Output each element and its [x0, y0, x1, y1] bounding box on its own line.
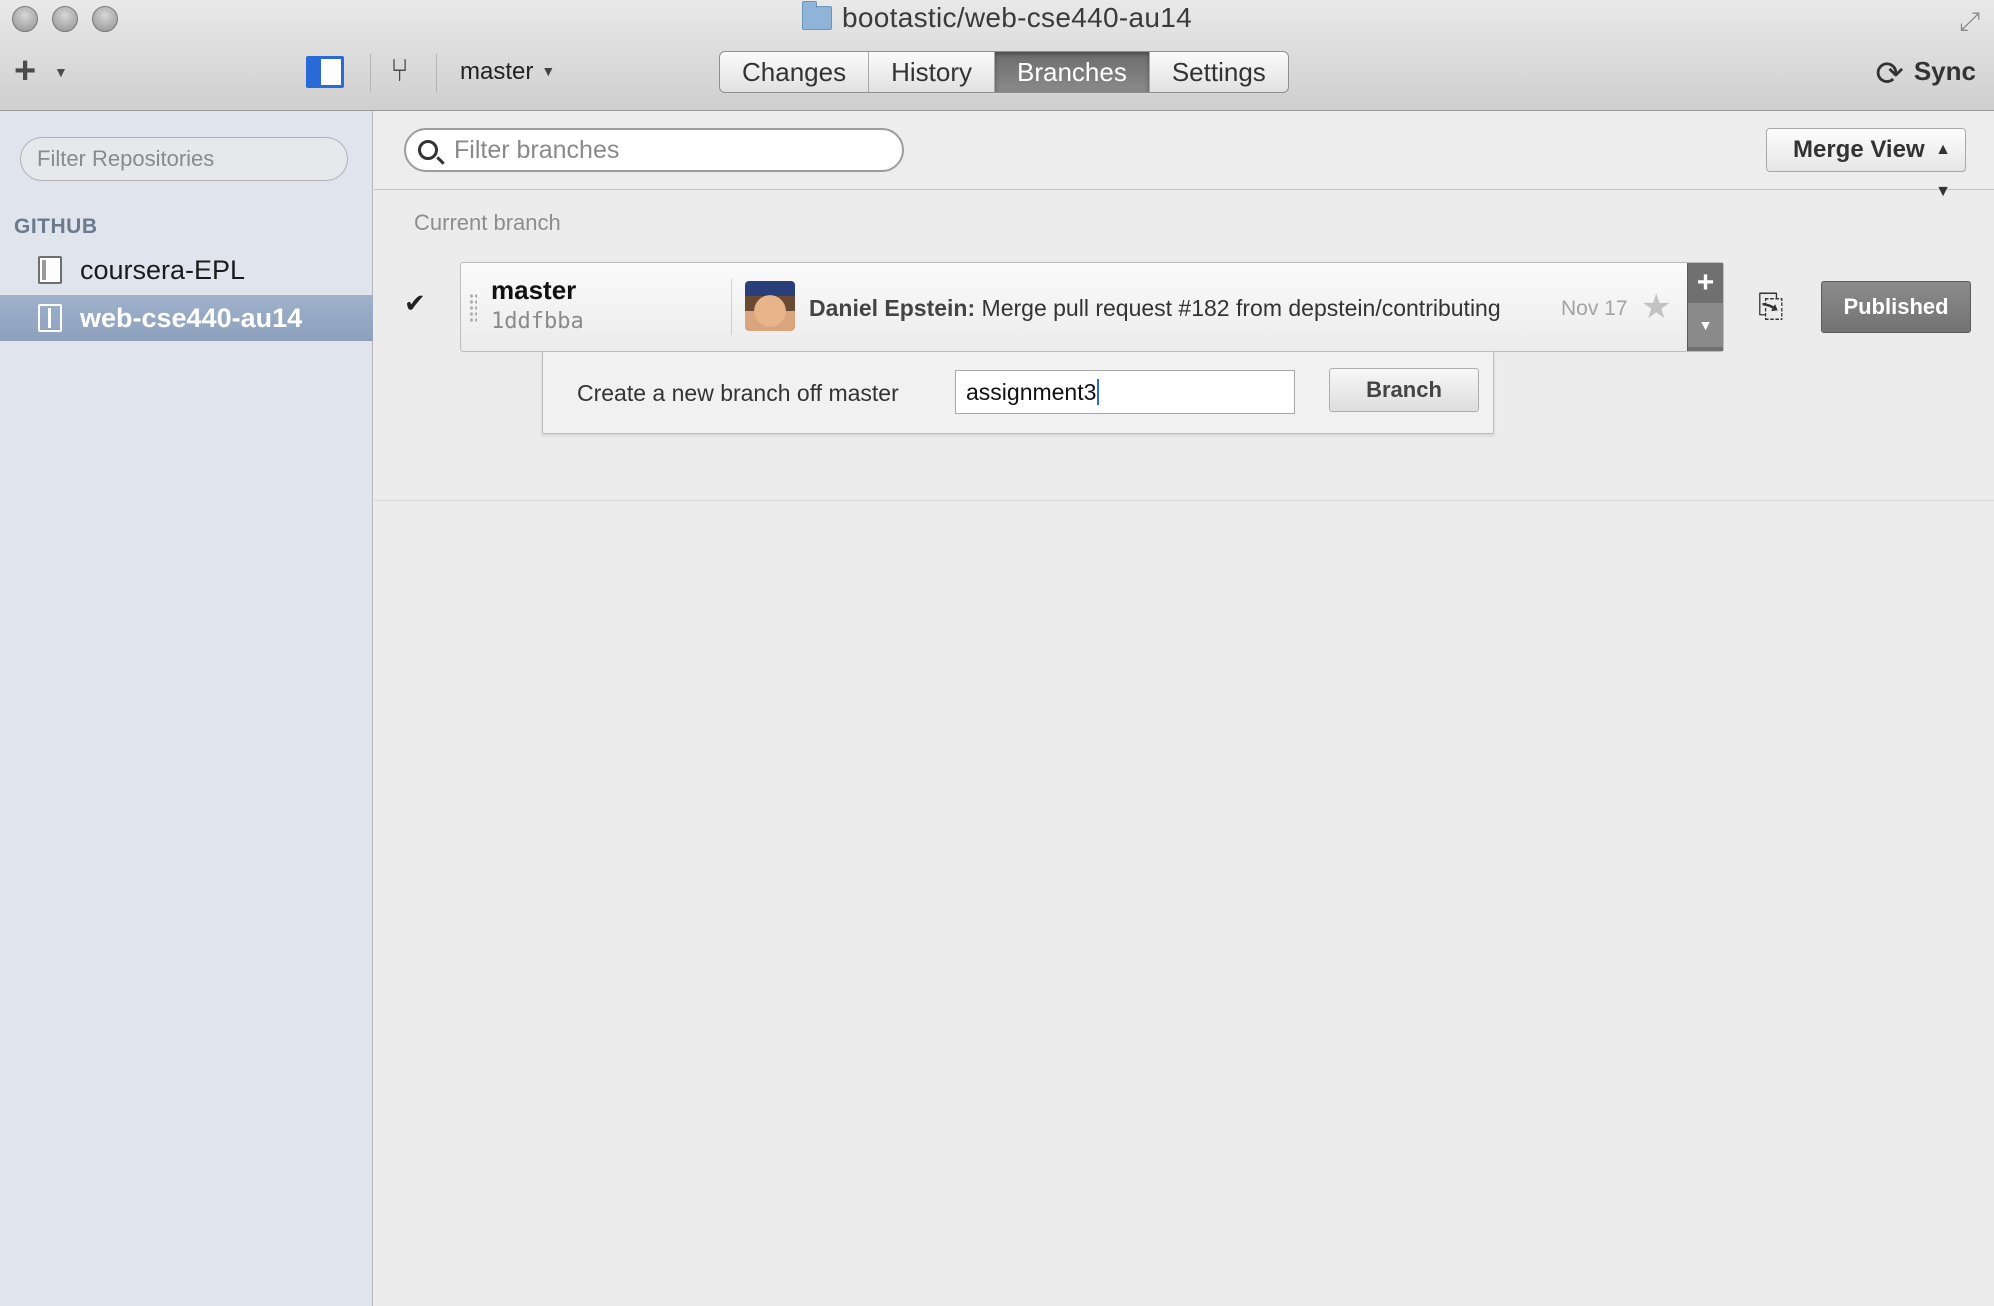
tab-settings[interactable]: Settings: [1150, 52, 1288, 92]
toolbar-divider: [370, 54, 371, 92]
sync-label: Sync: [1913, 56, 1976, 86]
new-branch-plus-button[interactable]: +: [1688, 263, 1723, 303]
repo-name: web-cse440-au14: [80, 303, 303, 333]
branch-icon[interactable]: ⑂: [390, 52, 409, 89]
add-repository-button[interactable]: +: [14, 52, 36, 90]
tab-branches[interactable]: Branches: [994, 52, 1150, 92]
section-divider: [374, 500, 1994, 501]
branch-selector[interactable]: master ▼: [460, 58, 555, 86]
filter-branches-placeholder: Filter branches: [454, 136, 620, 164]
branch-name: master: [491, 275, 577, 305]
up-down-arrows-icon: ▲ ▼: [1935, 141, 1951, 200]
repo-name: coursera-EPL: [80, 255, 246, 285]
chevron-down-icon[interactable]: ▼: [54, 64, 68, 80]
row-divider: [731, 279, 732, 335]
new-branch-label: Create a new branch off master: [577, 380, 899, 406]
merge-view-label: Merge View: [1793, 136, 1925, 163]
text-cursor: [1097, 379, 1100, 405]
sidebar: Filter Repositories GITHUB coursera-EPL …: [0, 111, 373, 1306]
forked-repo-icon: [38, 304, 62, 332]
window-title-bar: bootastic/web-cse440-au14: [0, 1, 1994, 34]
new-branch-name-value: assignment3: [966, 379, 1097, 405]
toolbar: bootastic/web-cse440-au14 ⤢ + ▼ ⑂ master…: [0, 0, 1994, 111]
toolbar-divider: [436, 54, 437, 92]
sidebar-item-web-cse440-au14[interactable]: web-cse440-au14: [0, 295, 373, 341]
create-branch-button[interactable]: Branch: [1329, 368, 1479, 412]
filter-repositories-input[interactable]: Filter Repositories: [20, 137, 348, 181]
window-title: bootastic/web-cse440-au14: [842, 2, 1192, 33]
folder-icon: [802, 1, 833, 30]
branch-actions: + ▼: [1687, 263, 1723, 351]
commit-date: Nov 17: [1561, 297, 1628, 320]
sidebar-toggle-icon[interactable]: [306, 56, 344, 88]
current-branch-heading: Current branch: [414, 210, 561, 235]
repo-icon: [38, 256, 62, 284]
branches-header: Filter branches Merge View ▲ ▼: [374, 111, 1994, 200]
new-branch-popover: Create a new branch off master assignmen…: [542, 352, 1494, 434]
sync-icon: ⟳: [1875, 55, 1904, 93]
commit-sha: 1ddfbba: [491, 309, 584, 334]
filter-branches-input[interactable]: Filter branches: [404, 128, 904, 172]
section-label-github: GITHUB: [14, 215, 98, 238]
new-branch-name-input[interactable]: assignment3: [955, 370, 1295, 414]
tab-history[interactable]: History: [869, 52, 995, 92]
commit-message: Merge pull request #182 from depstein/co…: [981, 295, 1501, 321]
merge-view-button[interactable]: Merge View ▲ ▼: [1766, 128, 1966, 200]
latest-commit: Daniel Epstein: Merge pull request #182 …: [809, 295, 1501, 322]
avatar: [745, 281, 795, 331]
view-tabs: Changes History Branches Settings: [719, 51, 1289, 93]
sync-button[interactable]: ⟳ Sync: [1875, 54, 1976, 94]
checkmark-icon: ✔: [404, 288, 426, 318]
tab-changes[interactable]: Changes: [720, 52, 870, 92]
compare-icon[interactable]: ⎘: [1758, 288, 1784, 326]
branch-selector-label: master: [460, 58, 534, 85]
drag-handle-icon[interactable]: [469, 293, 477, 323]
star-icon[interactable]: ★: [1641, 287, 1671, 327]
published-button[interactable]: Published: [1821, 281, 1971, 333]
commit-author: Daniel Epstein:: [809, 295, 976, 321]
caret-down-icon: ▼: [541, 63, 556, 79]
sidebar-item-coursera-epl[interactable]: coursera-EPL: [0, 247, 373, 293]
current-branch-row[interactable]: master 1ddfbba Daniel Epstein: Merge pul…: [460, 262, 1724, 352]
search-icon: [418, 140, 438, 160]
branch-menu-chevron-icon[interactable]: ▼: [1688, 303, 1723, 347]
fullscreen-icon[interactable]: ⤢: [1959, 6, 1980, 38]
